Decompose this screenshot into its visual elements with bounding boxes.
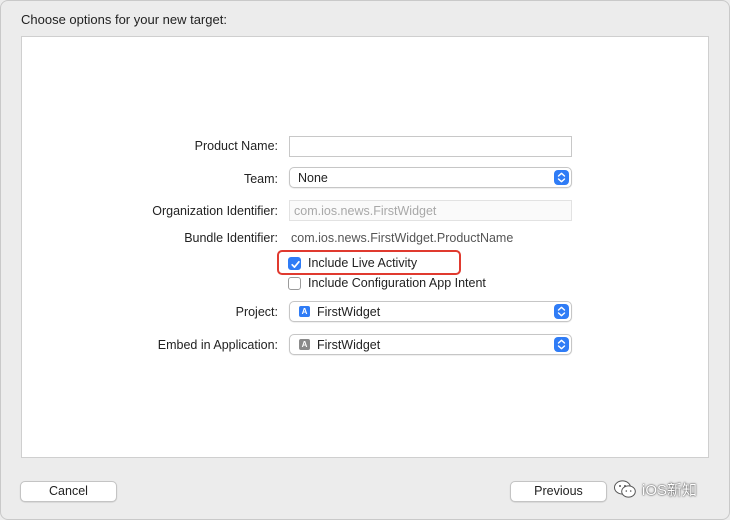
bundle-identifier-label: Bundle Identifier:: [184, 231, 278, 245]
wechat-icon: [614, 480, 636, 498]
include-configuration-intent-label: Include Configuration App Intent: [308, 276, 486, 290]
highlight-annotation: [277, 250, 461, 275]
xcode-project-icon: A: [299, 306, 310, 317]
organization-identifier-label: Organization Identifier:: [152, 204, 278, 218]
options-panel: [21, 36, 709, 458]
project-label: Project:: [235, 305, 278, 319]
dialog-window: Choose options for your new target: Prod…: [0, 0, 730, 520]
chevron-updown-icon: [554, 304, 569, 319]
team-popup[interactable]: None: [289, 167, 572, 188]
embed-in-application-value: FirstWidget: [317, 338, 381, 352]
team-label: Team:: [243, 172, 278, 186]
include-configuration-intent-checkbox[interactable]: [288, 277, 301, 290]
app-icon: A: [299, 339, 310, 350]
organization-identifier-input[interactable]: [290, 201, 571, 220]
bundle-identifier-value: com.ios.news.FirstWidget.ProductName: [291, 231, 514, 245]
dialog-title: Choose options for your new target:: [21, 12, 227, 27]
cancel-button[interactable]: Cancel: [20, 481, 117, 502]
product-name-input[interactable]: [290, 137, 571, 156]
product-name-field[interactable]: [289, 136, 572, 157]
product-name-label: Product Name:: [194, 139, 278, 153]
project-popup[interactable]: A FirstWidget: [289, 301, 572, 322]
embed-in-application-label: Embed in Application:: [157, 338, 278, 352]
team-value: None: [298, 171, 328, 185]
organization-identifier-field[interactable]: [289, 200, 572, 221]
chevron-updown-icon: [554, 337, 569, 352]
watermark-text: iOS新知: [642, 481, 698, 499]
watermark: iOS新知: [613, 478, 697, 500]
project-value: FirstWidget: [317, 305, 381, 319]
chevron-updown-icon: [554, 170, 569, 185]
embed-in-application-popup[interactable]: A FirstWidget: [289, 334, 572, 355]
previous-button[interactable]: Previous: [510, 481, 607, 502]
